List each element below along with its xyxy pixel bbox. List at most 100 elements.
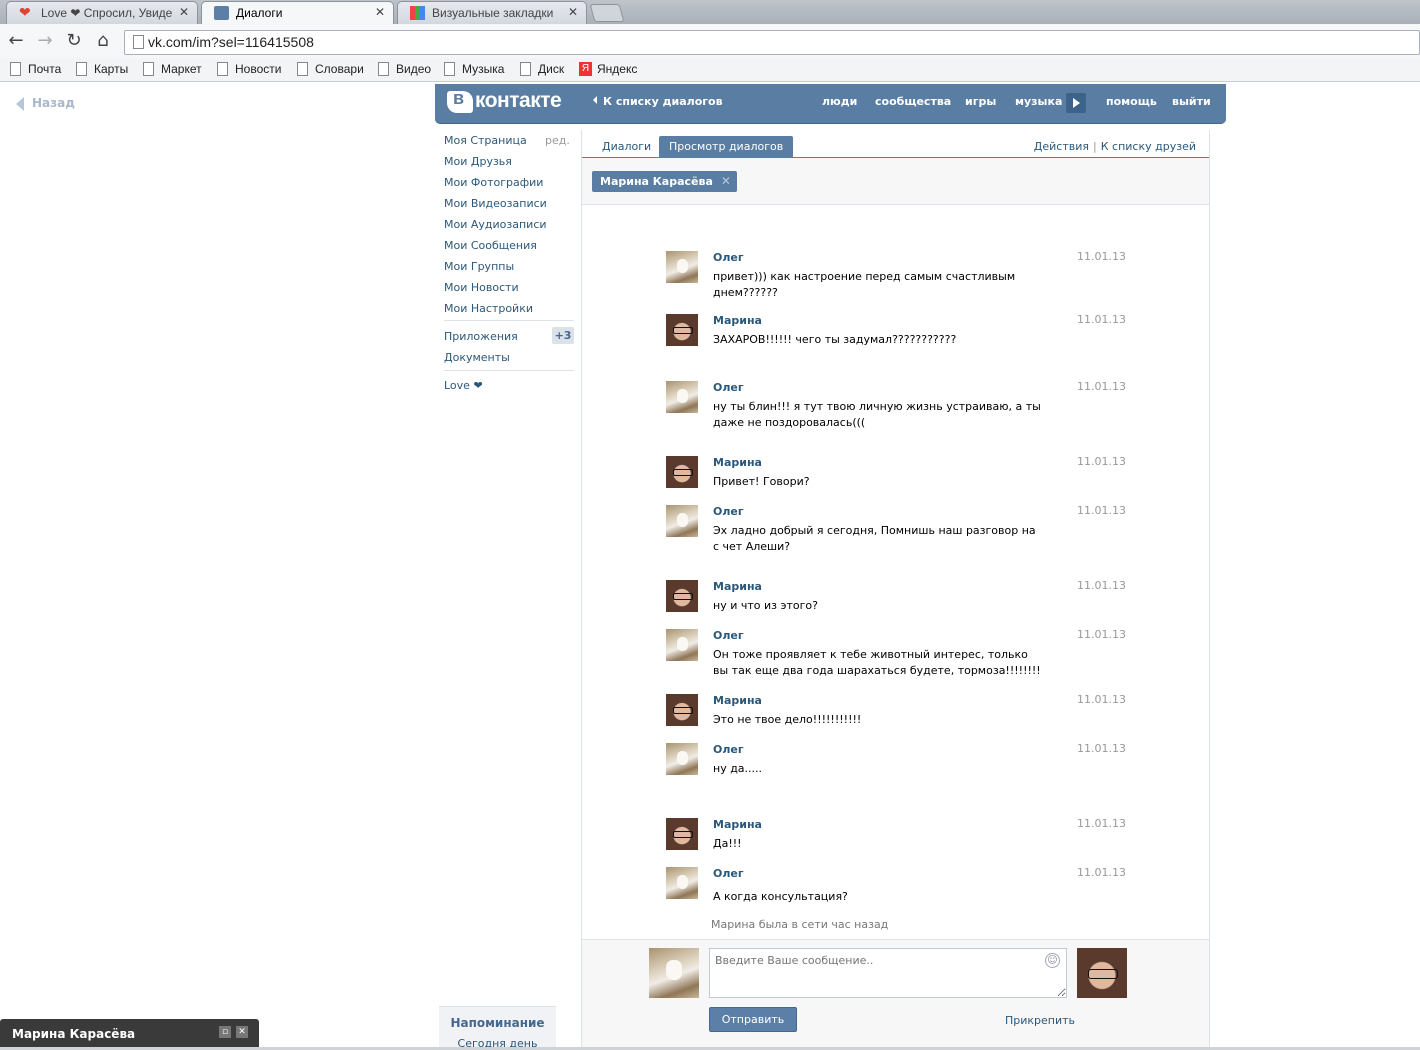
bookmark-item[interactable]: Видео [378,62,431,76]
menu-edit-link[interactable]: ред. [545,134,570,147]
back-to-dialogs-link[interactable]: К списку диалогов [593,95,723,108]
message-author[interactable]: Олег [713,251,744,264]
peer-bar: Марина Карасёва ✕ [582,158,1209,205]
avatar[interactable] [666,456,698,488]
header-link-people[interactable]: люди [822,95,857,108]
apps-count-badge[interactable]: +3 [552,327,574,344]
message-author[interactable]: Марина [713,818,762,831]
bookmark-item[interactable]: Новости [217,62,281,76]
vk-logo[interactable]: контакте [447,88,562,113]
page-icon [378,62,389,76]
header-link-music[interactable]: музыка [1015,95,1062,108]
browser-tab-love[interactable]: ❤ Love ❤ Спросил, Увиде ✕ [6,1,198,24]
remove-peer-icon[interactable]: ✕ [721,174,731,188]
header-link-help[interactable]: помощь [1106,95,1157,108]
back-link[interactable]: Назад [16,96,75,111]
avatar[interactable] [666,251,698,283]
home-icon[interactable]: ⌂ [92,30,114,52]
page-icon [297,62,308,76]
avatar[interactable] [666,580,698,612]
avatar[interactable] [666,314,698,346]
menu-divider [444,320,574,321]
close-tab-icon[interactable]: ✕ [568,5,578,19]
avatar[interactable] [666,818,698,850]
tab-dialog-view[interactable]: Просмотр диалогов [659,136,794,158]
bookmark-item[interactable]: Почта [10,62,61,76]
minimize-icon[interactable]: ▫ [219,1026,231,1038]
avatar[interactable] [666,867,698,899]
peer-avatar[interactable] [1077,948,1127,998]
peer-chip[interactable]: Марина Карасёва ✕ [592,171,737,192]
close-tab-icon[interactable]: ✕ [179,5,189,19]
chat-bar[interactable]: Марина Карасёва ▫ ✕ [0,1019,259,1050]
page-icon [133,35,144,49]
menu-documents[interactable]: Документы [444,351,510,364]
bookmark-item[interactable]: Словари [297,62,364,76]
menu-apps[interactable]: Приложения [444,330,518,343]
avatar[interactable] [666,629,698,661]
attach-link[interactable]: Прикрепить [1005,1014,1075,1027]
tab-dialogs[interactable]: Диалоги [592,136,661,158]
message-author[interactable]: Олег [713,743,744,756]
message-date: 11.01.13 [1077,628,1126,641]
menu-my-page[interactable]: Моя Страница [444,134,527,147]
header-link-games[interactable]: игры [965,95,996,108]
message-date: 11.01.13 [1077,380,1126,393]
menu-my-audio[interactable]: Мои Аудиозаписи [444,218,547,231]
vk-logo-icon [447,88,473,113]
send-button[interactable]: Отправить [709,1007,797,1032]
avatar[interactable] [666,505,698,537]
my-avatar[interactable] [649,948,699,998]
forward-arrow-icon[interactable]: → [34,30,56,52]
message-text: Привет! Говори? [713,475,810,488]
avatar[interactable] [666,381,698,413]
message-date: 11.01.13 [1077,693,1126,706]
message-author[interactable]: Марина [713,694,762,707]
message-input[interactable] [709,948,1067,998]
bookmark-item[interactable]: Маркет [143,62,202,76]
page-icon [520,62,531,76]
menu-my-news[interactable]: Мои Новости [444,281,519,294]
address-bar[interactable]: vk.com/im?sel=116415508 [124,30,1420,55]
play-icon[interactable] [1066,93,1086,113]
heart-favicon-icon: ❤ [19,4,31,20]
reload-icon[interactable]: ↻ [63,30,85,52]
message-author[interactable]: Марина [713,314,762,327]
message-author[interactable]: Марина [713,456,762,469]
menu-my-settings[interactable]: Мои Настройки [444,302,533,315]
menu-my-messages[interactable]: Мои Сообщения [444,239,537,252]
bookmark-item[interactable]: Диск [520,62,564,76]
avatar[interactable] [666,694,698,726]
browser-tab-dialogs[interactable]: Диалоги ✕ [201,1,394,24]
menu-love-app[interactable]: Love ❤ [444,379,483,392]
bookmark-item[interactable]: Музыка [444,62,504,76]
bookmark-yandex[interactable]: Я Яндекс [579,62,637,76]
message-text: А когда консультация? [713,890,848,903]
menu-divider [444,370,574,371]
page-icon [143,62,154,76]
close-icon[interactable]: ✕ [236,1026,248,1038]
actions-link[interactable]: Действия [1034,140,1089,153]
menu-my-friends[interactable]: Мои Друзья [444,155,512,168]
friends-list-link[interactable]: К списку друзей [1101,140,1196,153]
smiley-icon[interactable]: ☺ [1045,953,1060,968]
menu-my-photos[interactable]: Мои Фотографии [444,176,543,189]
message-author[interactable]: Олег [713,867,744,880]
message-text: ну ты блин!!! я тут твою личную жизнь ус… [713,400,1041,429]
bookmark-item[interactable]: Карты [76,62,128,76]
menu-my-videos[interactable]: Мои Видеозаписи [444,197,547,210]
avatar[interactable] [666,743,698,775]
menu-my-groups[interactable]: Мои Группы [444,260,514,273]
message-author[interactable]: Олег [713,381,744,394]
column-divider [1209,130,1210,1050]
header-link-communities[interactable]: сообщества [875,95,951,108]
message-author[interactable]: Олег [713,505,744,518]
message-author[interactable]: Марина [713,580,762,593]
back-arrow-icon[interactable]: ← [5,30,27,52]
new-tab-button[interactable] [589,4,625,22]
chevron-left-icon [593,96,597,104]
message-author[interactable]: Олег [713,629,744,642]
close-tab-icon[interactable]: ✕ [375,5,385,19]
browser-tab-bookmarks[interactable]: Визуальные закладки ✕ [397,1,587,24]
header-link-logout[interactable]: выйти [1172,95,1211,108]
